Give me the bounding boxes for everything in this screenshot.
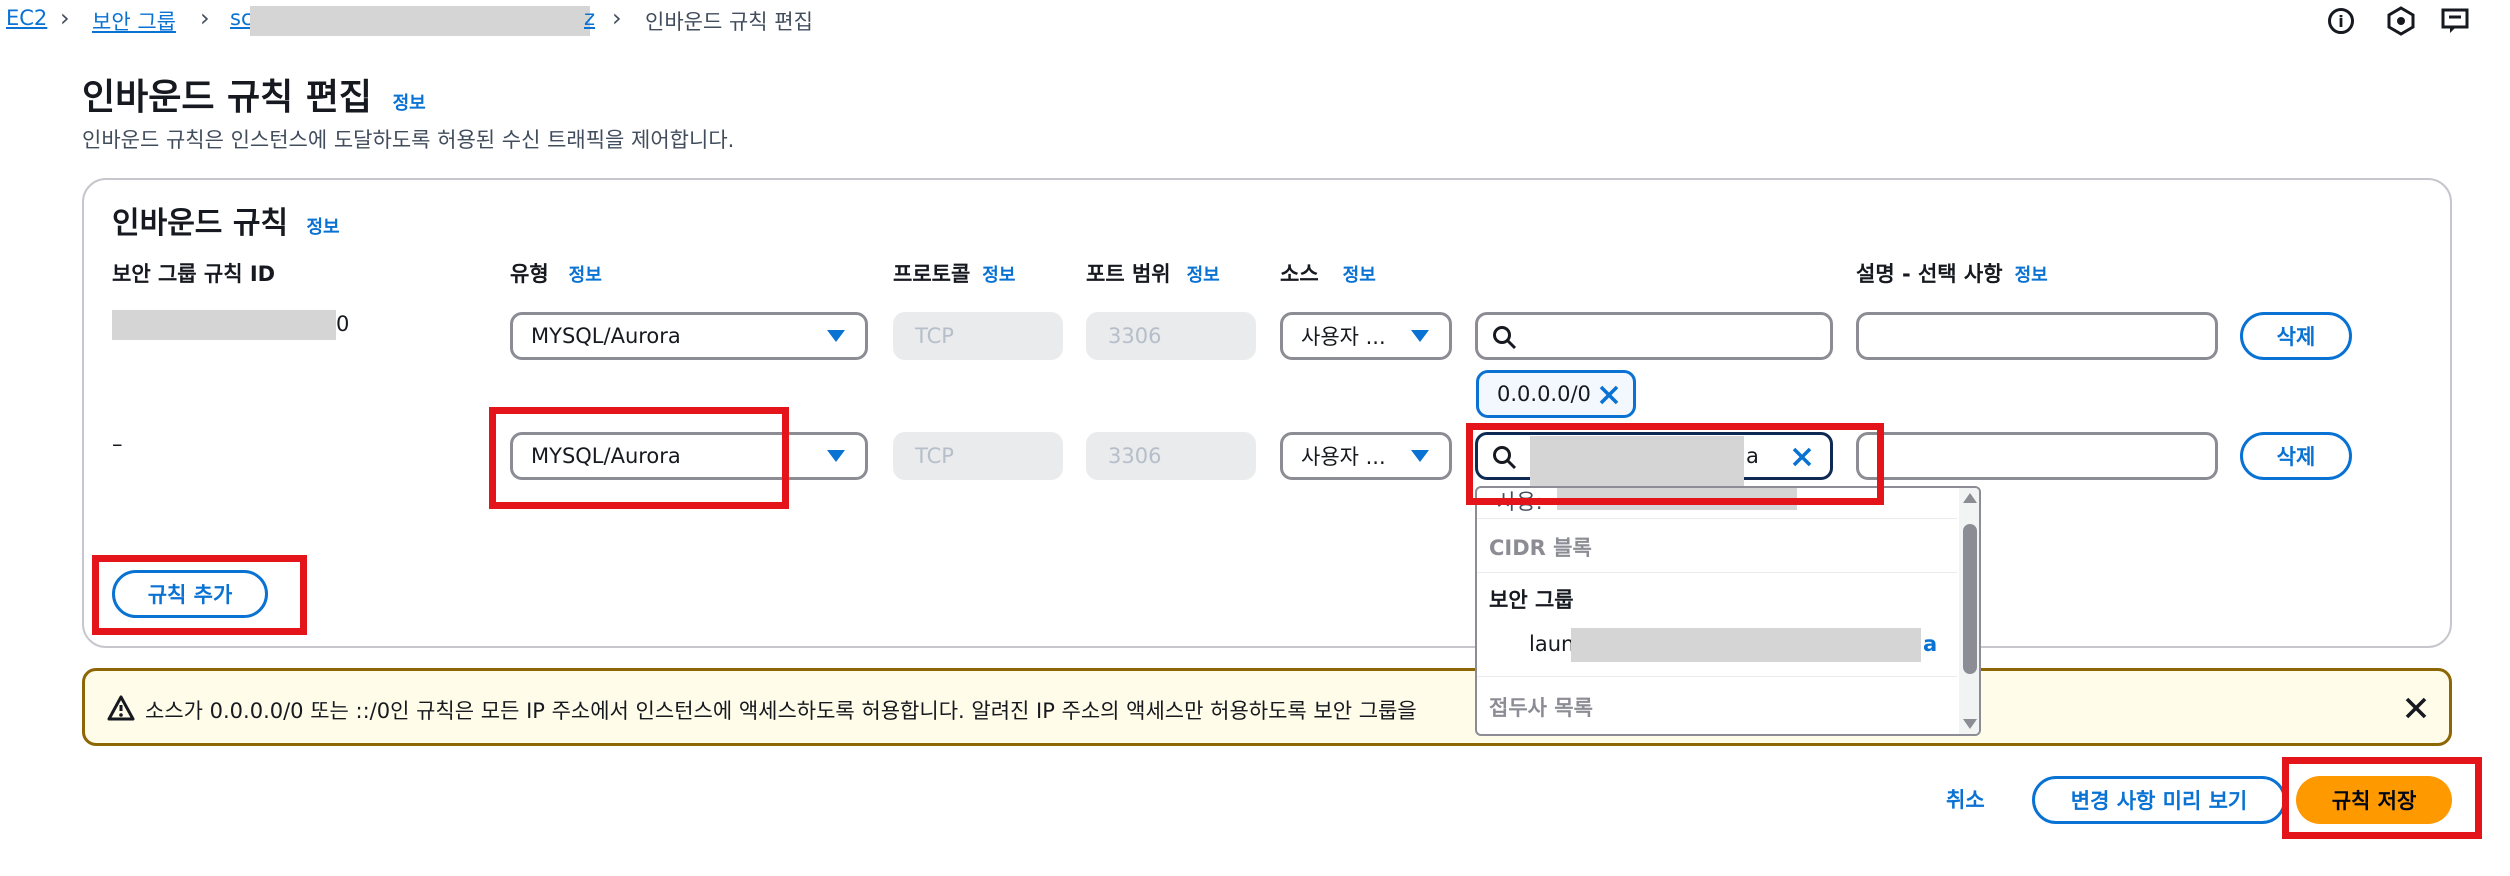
page-title: 인바운드 규칙 편집 정보 (82, 77, 426, 118)
source-info-link[interactable]: 정보 (1343, 265, 1376, 286)
close-icon[interactable] (1599, 385, 1619, 405)
warning-alert: 소스가 0.0.0.0/0 또는 ::/0인 규칙은 모든 IP 주소에서 인스… (82, 668, 2452, 746)
page-description: 인바운드 규칙은 인스턴스에 도달하도록 허용된 수신 트래픽을 제어합니다. (82, 128, 735, 152)
inbound-rules-panel (82, 178, 2452, 648)
description-info-link[interactable]: 정보 (2015, 265, 2048, 286)
chevron-right-icon: › (200, 4, 210, 32)
redacted-sg-name (250, 6, 590, 36)
chevron-right-icon: › (612, 4, 622, 32)
source-type-select-row1[interactable]: 사용자 ... (1280, 312, 1452, 360)
hexagon-settings-icon[interactable] (2386, 6, 2416, 36)
close-alert-icon[interactable] (2405, 697, 2427, 719)
info-circle-icon[interactable]: i (2328, 8, 2354, 34)
dropdown-sg-item-prefix[interactable]: laun (1529, 632, 1574, 656)
dropdown-group-cidr: CIDR 블록 (1489, 536, 1592, 560)
description-input-row2[interactable] (1856, 432, 2218, 480)
caret-down-icon (827, 450, 845, 462)
page-title-info-link[interactable]: 정보 (393, 93, 426, 114)
header-description: 설명 - 선택 사항 정보 (1856, 262, 2048, 286)
description-input-row1[interactable] (1856, 312, 2218, 360)
header-type: 유형 정보 (510, 262, 602, 286)
source-dropdown[interactable]: 사용: CIDR 블록 보안 그룹 laun a 접두사 목록 (1475, 486, 1981, 736)
preview-changes-button[interactable]: 변경 사항 미리 보기 (2032, 776, 2286, 824)
annotation-box-add-rule (92, 555, 307, 635)
header-protocol: 프로토콜 정보 (893, 262, 1016, 286)
warning-text: 소스가 0.0.0.0/0 또는 ::/0인 규칙은 모든 IP 주소에서 인스… (145, 699, 1417, 723)
source-type-select-row2[interactable]: 사용자 ... (1280, 432, 1452, 480)
annotation-box-save (2282, 757, 2482, 839)
rule-id-row2: – (112, 432, 123, 456)
breadcrumb-security-groups[interactable]: 보안 그룹 (92, 6, 176, 36)
scroll-down-icon[interactable] (1962, 718, 1978, 730)
feedback-icon[interactable] (2440, 6, 2470, 36)
source-token: 0.0.0.0/0 (1476, 370, 1636, 418)
port-field-row1: 3306 (1086, 312, 1256, 360)
annotation-box-type (489, 407, 789, 509)
scrollbar[interactable] (1959, 488, 1979, 734)
dropdown-sg-item-suffix: a (1923, 632, 1938, 656)
caret-down-icon (827, 330, 845, 342)
scroll-up-icon[interactable] (1962, 492, 1978, 504)
header-port-range: 포트 범위 정보 (1086, 262, 1220, 286)
divider (1477, 518, 1957, 519)
protocol-field-row1: TCP (893, 312, 1063, 360)
search-icon (1493, 326, 1517, 350)
panel-info-link[interactable]: 정보 (307, 217, 340, 238)
type-select-row1[interactable]: MYSQL/Aurora (510, 312, 868, 360)
redacted-sg-item (1571, 628, 1921, 662)
cancel-button[interactable]: 취소 (1946, 784, 1985, 814)
delete-button-row1[interactable]: 삭제 (2240, 312, 2352, 360)
caret-down-icon (1411, 330, 1429, 342)
annotation-box-source (1466, 423, 1884, 505)
warning-triangle-icon (107, 695, 135, 721)
header-source: 소스 정보 (1280, 262, 1376, 286)
panel-title: 인바운드 규칙 정보 (112, 206, 340, 241)
port-info-link[interactable]: 정보 (1187, 265, 1220, 286)
breadcrumb: EC2 › 보안 그룹 › sc z › 인바운드 규칙 편집 (0, 0, 1000, 40)
header-rule-id: 보안 그룹 규칙 ID (112, 262, 276, 286)
source-search-row1[interactable] (1475, 312, 1833, 360)
port-field-row2: 3306 (1086, 432, 1256, 480)
chevron-right-icon: › (60, 4, 70, 32)
divider (1477, 572, 1957, 573)
rule-id-suffix: 0 (336, 312, 350, 336)
breadcrumb-sg-suffix[interactable]: z (584, 6, 595, 30)
divider (1477, 676, 1957, 677)
dropdown-group-prefix-list: 접두사 목록 (1489, 696, 1593, 720)
breadcrumb-current: 인바운드 규칙 편집 (645, 10, 813, 34)
scrollbar-thumb[interactable] (1963, 524, 1977, 674)
breadcrumb-ec2[interactable]: EC2 (6, 6, 47, 30)
type-info-link[interactable]: 정보 (569, 265, 602, 286)
redacted-rule-id (112, 310, 336, 340)
caret-down-icon (1411, 450, 1429, 462)
protocol-field-row2: TCP (893, 432, 1063, 480)
dropdown-group-security-groups: 보안 그룹 (1489, 588, 1574, 612)
delete-button-row2[interactable]: 삭제 (2240, 432, 2352, 480)
protocol-info-link[interactable]: 정보 (982, 265, 1015, 286)
